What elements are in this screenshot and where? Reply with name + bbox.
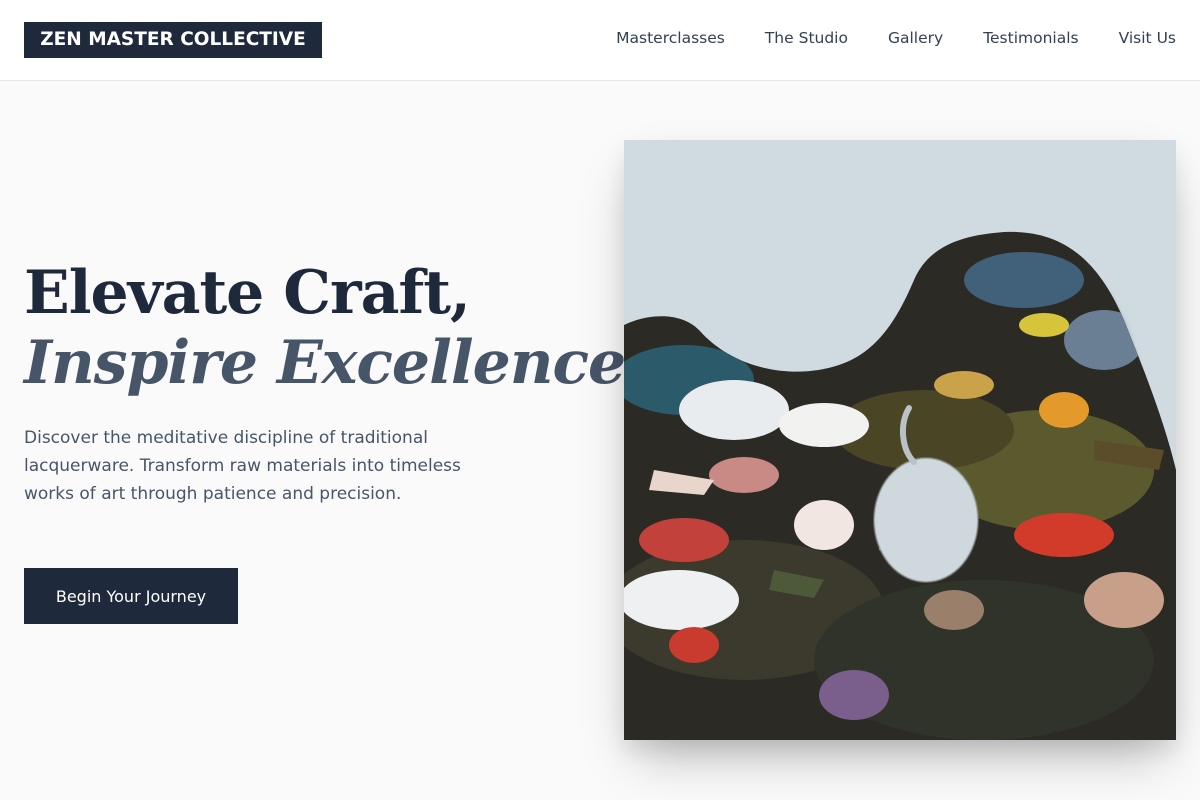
hero-description: Discover the meditative discipline of tr… xyxy=(24,428,461,504)
brand-logo[interactable]: ZEN MASTER COLLECTIVE xyxy=(24,22,322,58)
main-nav: Masterclasses The Studio Gallery Testimo… xyxy=(616,28,1176,48)
nav-link-testimonials[interactable]: Testimonials xyxy=(983,28,1078,48)
nav-link-visit-us[interactable]: Visit Us xyxy=(1119,28,1176,48)
nav-link-the-studio[interactable]: The Studio xyxy=(765,28,848,48)
paint-palette-image xyxy=(624,140,1176,740)
headline-line-2: Inspire Excellence. xyxy=(24,328,646,398)
begin-journey-button[interactable]: Begin Your Journey xyxy=(24,568,238,624)
nav-link-masterclasses[interactable]: Masterclasses xyxy=(616,28,725,48)
hero-image xyxy=(624,140,1176,740)
nav-link-gallery[interactable]: Gallery xyxy=(888,28,943,48)
headline-line-1: Elevate Craft, xyxy=(24,258,471,328)
hero-headline: Elevate Craft, Inspire Excellence. xyxy=(24,258,646,398)
site-header: ZEN MASTER COLLECTIVE Masterclasses The … xyxy=(0,0,1200,81)
